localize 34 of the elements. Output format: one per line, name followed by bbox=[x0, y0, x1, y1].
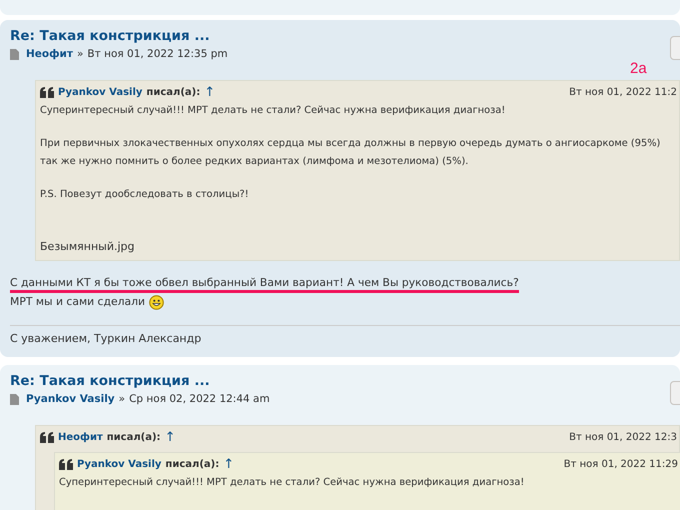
quote-icon bbox=[40, 87, 54, 98]
quote-icon bbox=[40, 432, 54, 443]
jump-link[interactable]: ↑ bbox=[164, 431, 176, 444]
quote-paragraph: P.S. Повезут дообследовать в столицы?! bbox=[40, 188, 250, 202]
post-title[interactable]: Re: Такая констрикция ... bbox=[10, 373, 670, 389]
wrote-label: писал(а): bbox=[106, 432, 161, 443]
post-text: МРТ мы и сами сделали bbox=[10, 294, 146, 310]
post-title[interactable]: Re: Такая констрикция ... bbox=[10, 28, 670, 44]
jump-link[interactable]: ↑ bbox=[223, 458, 234, 471]
author-link[interactable]: Pyankov Vasily bbox=[26, 393, 115, 405]
jump-link[interactable]: ↑ bbox=[204, 86, 216, 99]
author-link[interactable]: Неофит bbox=[58, 432, 103, 443]
wrote-label: писал(а): bbox=[146, 87, 200, 98]
document-icon bbox=[10, 394, 19, 404]
quote-paragraph: Суперинтересный случай!!! МРТ делать не стали? Сейчас нужна верификация диагноза! bbox=[40, 104, 506, 118]
author-link[interactable]: Pyankov Vasily bbox=[77, 459, 162, 470]
separator: » bbox=[76, 48, 84, 60]
quote-date: Вт ноя 01, 2022 12:3 bbox=[569, 432, 677, 443]
quote-paragraph: При первичных злокачественных опухолях сердца мы всегда должны в первую очередь думать о ангиосаркоме (95%) так же нужно помнить о более редких вариантах (лимфома и мезотелиома) (5%). bbox=[40, 137, 662, 169]
attachment-name[interactable]: Безымянный.jpg bbox=[40, 240, 677, 253]
quote-date: Вт ноя 01, 2022 11:2 bbox=[569, 87, 677, 98]
signature: С уважением, Туркин Александр bbox=[10, 332, 202, 345]
wrote-label: писал(а): bbox=[165, 459, 220, 470]
author-link[interactable]: Pyankov Vasily bbox=[58, 87, 142, 98]
quote-icon bbox=[59, 459, 73, 470]
post-date: Вт ноя 01, 2022 12:35 pm bbox=[87, 48, 228, 60]
post-text: С данными КТ я бы тоже обвел выбранный Вами вариант! А чем Вы руководствовались? bbox=[10, 275, 519, 293]
separator: » bbox=[118, 393, 126, 405]
post-date: Ср ноя 02, 2022 12:44 am bbox=[129, 393, 270, 405]
annotation-label: 2a bbox=[630, 60, 647, 77]
quote-date: Вт ноя 01, 2022 11:29 bbox=[564, 459, 678, 470]
author-link[interactable]: Неофит bbox=[26, 48, 73, 60]
quote-paragraph: Суперинтересный случай!!! МРТ делать не стали? Сейчас нужна верификация диагноза! bbox=[59, 476, 526, 490]
document-icon bbox=[10, 48, 19, 60]
